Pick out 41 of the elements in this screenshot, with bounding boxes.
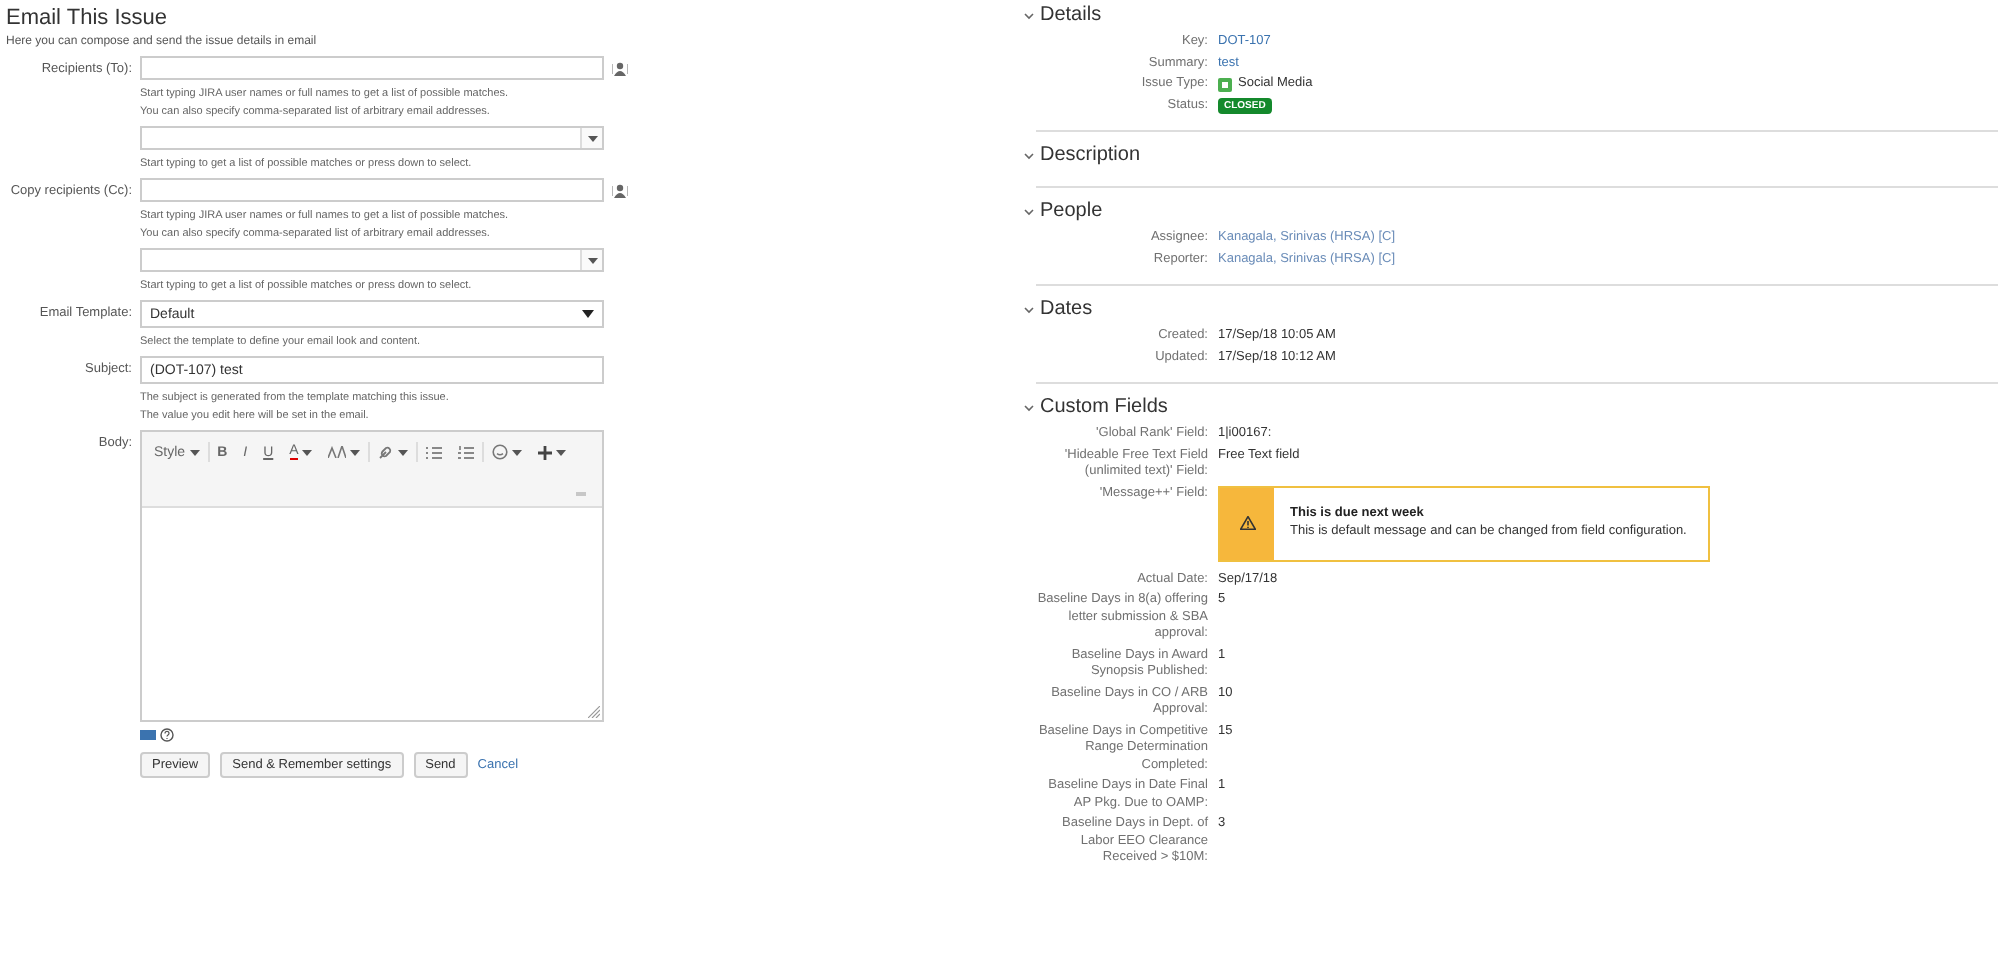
section-title: Dates — [1040, 298, 1093, 320]
picker-field[interactable] — [140, 248, 604, 272]
dropdown-icon — [587, 135, 597, 141]
resize-grip-icon[interactable] — [588, 706, 600, 718]
chevron-down-icon — [1024, 151, 1034, 159]
recipients-field[interactable] — [140, 178, 604, 202]
caret-icon — [512, 449, 523, 455]
issue-type-icon — [1218, 77, 1232, 92]
numbered-list-icon — [458, 445, 475, 459]
section-toggle[interactable] — [1024, 403, 1034, 411]
caret-icon — [302, 449, 313, 455]
help-icon[interactable] — [160, 728, 174, 742]
section-toggle[interactable] — [1024, 11, 1034, 19]
dropdown-icon — [587, 257, 597, 263]
warning-icon — [1239, 516, 1255, 530]
section-toggle[interactable] — [1024, 207, 1034, 215]
people-icon[interactable] — [612, 184, 628, 198]
font-size-icon — [328, 446, 347, 458]
recipients-field[interactable] — [140, 56, 604, 80]
link-icon — [378, 444, 395, 460]
chevron-down-icon — [1024, 11, 1034, 19]
section-title: Custom Fields — [1040, 396, 1168, 418]
people-icon[interactable] — [612, 62, 628, 76]
chevron-down-icon — [1024, 207, 1034, 215]
plus-icon — [538, 445, 553, 459]
section-title: Description — [1040, 144, 1141, 166]
section-toggle[interactable] — [1024, 305, 1034, 313]
bullet-list-icon — [426, 445, 443, 459]
section-title: People — [1040, 200, 1103, 222]
caret-icon — [350, 449, 361, 455]
dropdown-icon — [582, 310, 594, 318]
chevron-down-icon — [1024, 403, 1034, 411]
page-title: Email This Issue — [6, 6, 169, 30]
caret-icon — [189, 449, 200, 455]
section-title: Details — [1040, 4, 1102, 26]
caret-icon — [398, 449, 409, 455]
smiley-icon — [492, 444, 509, 460]
picker-field[interactable] — [140, 126, 604, 150]
chevron-down-icon — [1024, 305, 1034, 313]
caret-icon — [556, 449, 567, 455]
section-toggle[interactable] — [1024, 151, 1034, 159]
